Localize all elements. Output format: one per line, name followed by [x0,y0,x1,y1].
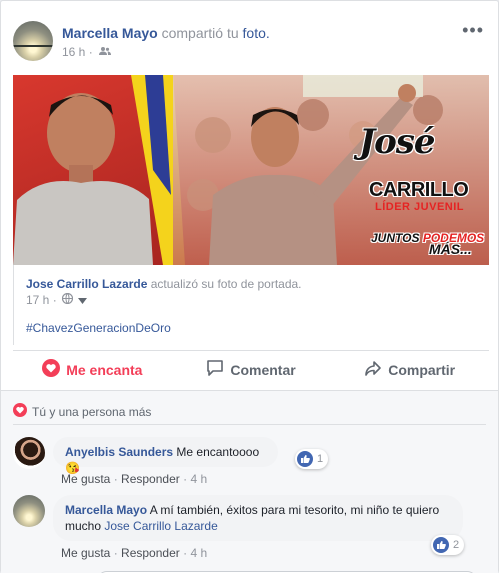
post-card: Marcella Mayo compartió tu foto. 16 h · … [0,0,499,573]
cover-title-jose: José [359,122,436,162]
more-options-icon[interactable]: ••• [462,21,484,39]
comment-like-badge[interactable]: 1 [295,449,329,469]
post-header: Marcella Mayo compartió tu foto. 16 h · … [13,21,486,63]
comments-section: Tú y una persona más Anyelbis Saunders M… [1,390,498,573]
comment-timestamp[interactable]: 4 h [190,546,207,560]
like-icon [433,537,449,553]
post-headline: Marcella Mayo compartió tu foto. [62,25,270,41]
slogan-juntos: JUNTOS [371,231,420,245]
reactions-summary-text: Tú y una persona más [32,404,152,419]
share-icon [364,359,382,380]
post-meta: 16 h · [62,45,111,59]
comment-button[interactable]: Comentar [172,351,331,388]
photo-link[interactable]: foto. [243,25,270,41]
separator: · [113,472,118,486]
commenter-name[interactable]: Marcella Mayo [65,503,147,517]
divider [13,424,486,425]
separator: · [183,546,188,560]
comment-reply-link[interactable]: Responder [121,546,180,560]
comment-bubble: Marcella Mayo A mí también, éxitos para … [53,495,463,541]
love-label: Me encanta [66,361,143,378]
commenter-avatar[interactable] [13,495,45,527]
separator: · [183,472,188,486]
post-timestamp[interactable]: 16 h · [62,45,93,59]
separator: · [113,546,118,560]
comment-like-link[interactable]: Me gusta [61,472,110,486]
author-name-link[interactable]: Marcella Mayo [62,25,158,41]
comment-icon [206,359,224,380]
comment-actions: Me gusta · Responder · 4 h [61,472,207,486]
commenter-avatar[interactable] [13,437,45,469]
cover-photo[interactable]: José CARRILLO LÍDER JUVENIL JUNTOS PODEM… [13,75,489,265]
author-avatar[interactable] [13,21,53,61]
comment-like-link[interactable]: Me gusta [61,546,110,560]
slogan-mas: MÁS... [429,241,472,257]
shared-meta: 17 h · [26,292,87,307]
action-bar: Me encanta Comentar Compartir [13,350,489,388]
comment-like-count: 2 [453,539,460,551]
heart-icon [13,403,27,420]
shared-post-info: Jose Carrillo Lazarde actualizó su foto … [13,265,489,345]
tagged-user-link[interactable]: Jose Carrillo Lazarde [104,519,217,533]
chevron-down-icon[interactable] [77,293,87,307]
comment-label: Comentar [230,361,296,378]
comment-actions: Me gusta · Responder · 4 h [61,546,207,560]
share-label: Compartir [388,361,456,378]
love-button[interactable]: Me encanta [13,351,172,388]
shared-text: compartió tu [161,25,239,41]
cover-title-carrillo: CARRILLO [369,179,469,201]
comment-reply-link[interactable]: Responder [121,472,180,486]
reactions-summary[interactable]: Tú y una persona más [13,403,151,420]
shared-timestamp[interactable]: 17 h · [26,293,57,307]
comment-like-badge[interactable]: 2 [431,535,465,555]
original-author-link[interactable]: Jose Carrillo Lazarde [26,277,147,291]
heart-icon [42,359,61,380]
friends-icon[interactable] [98,45,111,59]
hashtag-link[interactable]: #ChavezGeneracionDeOro [26,321,171,335]
comment-like-count: 1 [317,453,324,465]
original-action-text: actualizó su foto de portada. [150,277,302,291]
shared-headline: Jose Carrillo Lazarde actualizó su foto … [26,277,302,291]
cover-subtitle: LÍDER JUVENIL [375,201,465,213]
globe-icon[interactable] [61,292,73,307]
share-button[interactable]: Compartir [330,351,489,388]
like-icon [297,451,313,467]
comment-text: Me encantoooo [176,445,260,459]
comment-timestamp[interactable]: 4 h [190,472,207,486]
comment-bubble: Anyelbis Saunders Me encantoooo 😘 [53,437,278,475]
commenter-name[interactable]: Anyelbis Saunders [65,445,173,459]
